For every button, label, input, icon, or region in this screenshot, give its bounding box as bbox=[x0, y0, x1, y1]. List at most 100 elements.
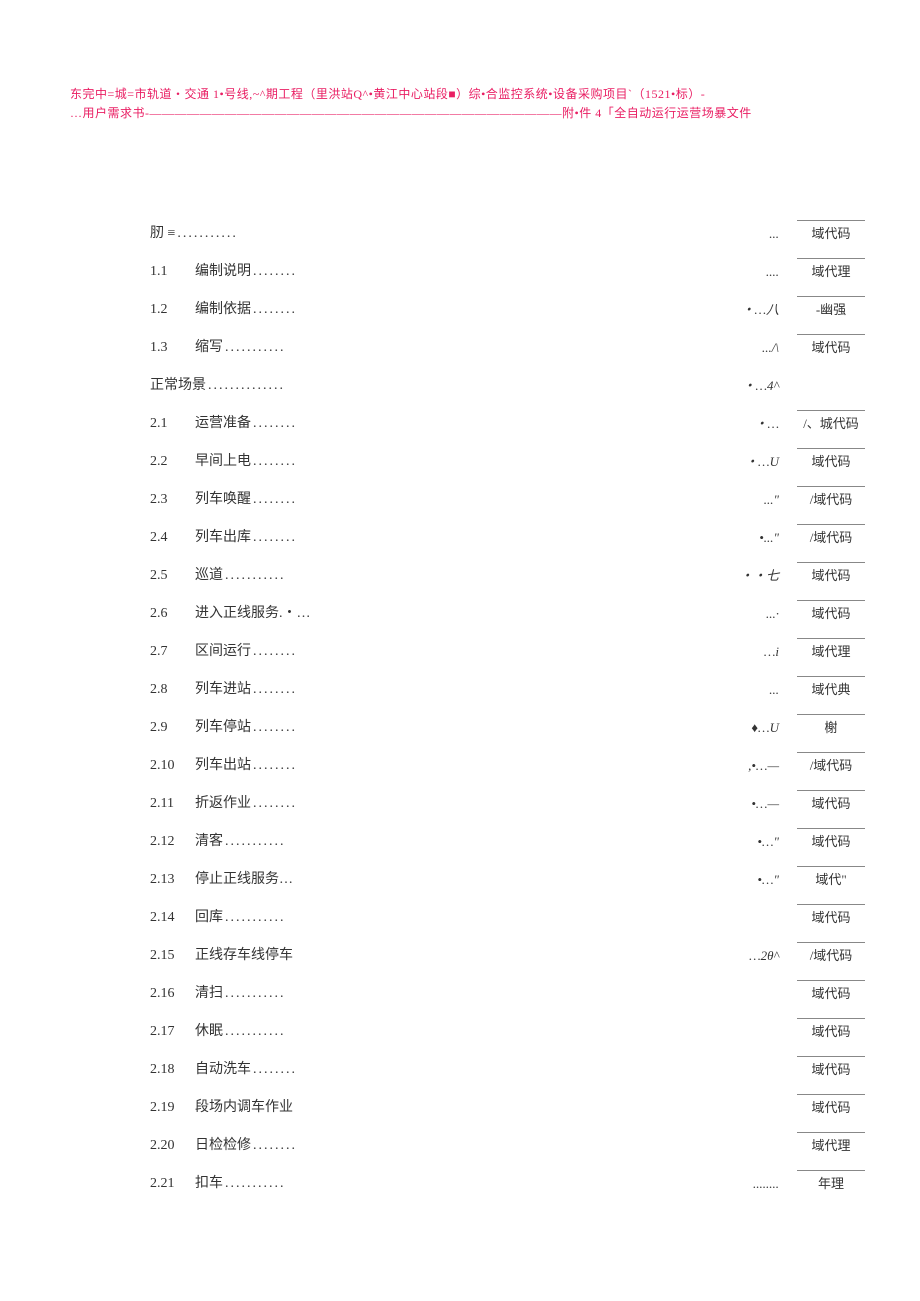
toc-dots: ........... bbox=[225, 1024, 286, 1040]
toc-row: 1.1编制说明............域代理 bbox=[150, 256, 865, 280]
toc-mid-text: .../\ bbox=[762, 340, 779, 356]
toc-number: 2.13 bbox=[150, 872, 195, 888]
toc-title: 自动洗车 bbox=[195, 1058, 251, 1078]
toc-row: 2.7区间运行........…i域代理 bbox=[150, 636, 865, 660]
toc-right-label: 域代码 bbox=[797, 334, 865, 356]
toc-mid-text: •…" bbox=[757, 872, 779, 888]
toc-mid-text: ... bbox=[769, 682, 779, 698]
toc-dots: ........ bbox=[253, 492, 297, 508]
toc-title: 列车出库 bbox=[195, 526, 251, 546]
toc-dots: .............. bbox=[208, 378, 285, 394]
toc-right-label: /域代码 bbox=[797, 524, 865, 546]
toc-mid-text: ..." bbox=[764, 492, 779, 508]
toc-right-label: 域代理 bbox=[797, 1132, 865, 1154]
toc-row: 2.13停止正线服务…•…"域代" bbox=[150, 864, 865, 888]
toc-row: 2.16清扫........... 域代码 bbox=[150, 978, 865, 1002]
toc-row: 1.3缩写........... .../\ 域代码 bbox=[150, 332, 865, 356]
toc-right-label bbox=[797, 392, 865, 394]
toc-number: 2.21 bbox=[150, 1176, 195, 1192]
toc-title: 折返作业 bbox=[195, 792, 251, 812]
toc-mid-text: ... bbox=[769, 226, 779, 242]
toc-row: 2.15正线存车线停车…2θ^/域代码 bbox=[150, 940, 865, 964]
toc-right-label: /域代码 bbox=[797, 942, 865, 964]
toc-right-label: 域代码 bbox=[797, 562, 865, 584]
toc-mid-text: •…— bbox=[751, 796, 779, 812]
toc-dots: ........... bbox=[225, 986, 286, 1002]
toc-right-label: 年理 bbox=[797, 1170, 865, 1192]
toc-title: 区间运行 bbox=[195, 640, 251, 660]
toc-row: 2.17休眠...........域代码 bbox=[150, 1016, 865, 1040]
toc-row: 2.19段场内调车作业 域代码 bbox=[150, 1092, 865, 1116]
toc-mid-text: ・・七 bbox=[740, 565, 779, 584]
toc-dots: ........... bbox=[225, 340, 286, 356]
toc-title: 运营准备 bbox=[195, 412, 251, 432]
toc-title: 列车停站 bbox=[195, 716, 251, 736]
toc-mid-text: .... bbox=[766, 264, 779, 280]
toc-dots: ........... bbox=[225, 568, 286, 584]
toc-number: 2.9 bbox=[150, 720, 195, 736]
toc-right-label: 域代典 bbox=[797, 676, 865, 698]
toc-right-label: 域代码 bbox=[797, 904, 865, 926]
toc-number: 1.3 bbox=[150, 340, 195, 356]
toc-row: 2.14回库........... 域代码 bbox=[150, 902, 865, 926]
toc-dots: ........... bbox=[225, 910, 286, 926]
toc-right-label: 域代码 bbox=[797, 600, 865, 622]
toc-right-label: 域代码 bbox=[797, 1094, 865, 1116]
toc-dots: ........ bbox=[253, 1138, 297, 1154]
toc-mid-text: •..." bbox=[759, 530, 779, 546]
toc-number: 2.14 bbox=[150, 910, 195, 926]
toc-title: 缩写 bbox=[195, 336, 223, 356]
toc-dots: ........ bbox=[253, 720, 297, 736]
toc-mid-text: ♦…U bbox=[751, 720, 779, 736]
toc-title: 进入正线服务.・… bbox=[195, 602, 311, 622]
toc-dots: ........ bbox=[253, 644, 297, 660]
toc-row: 2.6进入正线服务.・… ...· 域代码 bbox=[150, 598, 865, 622]
toc-number: 1.2 bbox=[150, 302, 195, 318]
toc-row: 2.20日检检修........域代理 bbox=[150, 1130, 865, 1154]
toc-number: 1.1 bbox=[150, 264, 195, 280]
toc-right-label: 域代理 bbox=[797, 258, 865, 280]
toc-dots: ........ bbox=[253, 264, 297, 280]
toc-title: 回库 bbox=[195, 906, 223, 926]
toc-row: 2.2早间上电........・…U域代码 bbox=[150, 446, 865, 470]
document-header: 东完中=城=市轨道・交通 1•号线,~^期工程（里洪站Q^•黄江中心站段■）综•… bbox=[0, 0, 920, 123]
toc-title: 段场内调车作业 bbox=[195, 1096, 293, 1116]
toc-row: 正常场景..............・…4^ bbox=[150, 370, 865, 394]
toc-right-label: 域代码 bbox=[797, 790, 865, 812]
toc-row: 2.10列车出站........,•…—/域代码 bbox=[150, 750, 865, 774]
toc-number: 2.10 bbox=[150, 758, 195, 774]
toc-title: 扣车 bbox=[195, 1172, 223, 1192]
toc-title: 正常场景 bbox=[150, 374, 206, 394]
table-of-contents: 肕 ≡..............域代码1.1编制说明............域… bbox=[0, 123, 920, 1192]
toc-row: 2.8列车进站...........域代典 bbox=[150, 674, 865, 698]
toc-mid-text: •…" bbox=[757, 834, 779, 850]
header-line-1: 东完中=城=市轨道・交通 1•号线,~^期工程（里洪站Q^•黄江中心站段■）综•… bbox=[70, 85, 850, 104]
toc-mid-text: …i bbox=[764, 644, 779, 660]
toc-right-label: 域代码 bbox=[797, 220, 865, 242]
toc-dots: ........ bbox=[253, 796, 297, 812]
toc-row: 肕 ≡..............域代码 bbox=[150, 218, 865, 242]
toc-row: 2.4列车出库........•..."/域代码 bbox=[150, 522, 865, 546]
toc-right-label: 域代码 bbox=[797, 1056, 865, 1078]
toc-title: 早间上电 bbox=[195, 450, 251, 470]
toc-mid-text: ・… bbox=[754, 413, 779, 432]
toc-dots: ........ bbox=[253, 1062, 297, 1078]
toc-number: 2.3 bbox=[150, 492, 195, 508]
toc-dots: ........ bbox=[253, 454, 297, 470]
toc-title: 编制依据 bbox=[195, 298, 251, 318]
toc-right-label: /域代码 bbox=[797, 486, 865, 508]
toc-number: 2.7 bbox=[150, 644, 195, 660]
toc-number: 2.17 bbox=[150, 1024, 195, 1040]
toc-title: 正线存车线停车 bbox=[195, 944, 293, 964]
toc-number: 2.19 bbox=[150, 1100, 195, 1116]
toc-title: 巡道 bbox=[195, 564, 223, 584]
toc-number: 2.6 bbox=[150, 606, 195, 622]
toc-number: 2.16 bbox=[150, 986, 195, 1002]
toc-dots: ........... bbox=[225, 834, 286, 850]
toc-right-label: 域代码 bbox=[797, 980, 865, 1002]
toc-right-label: 域代码 bbox=[797, 448, 865, 470]
toc-row: 2.5巡道...........・・七域代码 bbox=[150, 560, 865, 584]
toc-title: 清扫 bbox=[195, 982, 223, 1002]
toc-mid-text: ...· bbox=[766, 606, 779, 622]
toc-row: 2.3列车唤醒..........."/域代码 bbox=[150, 484, 865, 508]
